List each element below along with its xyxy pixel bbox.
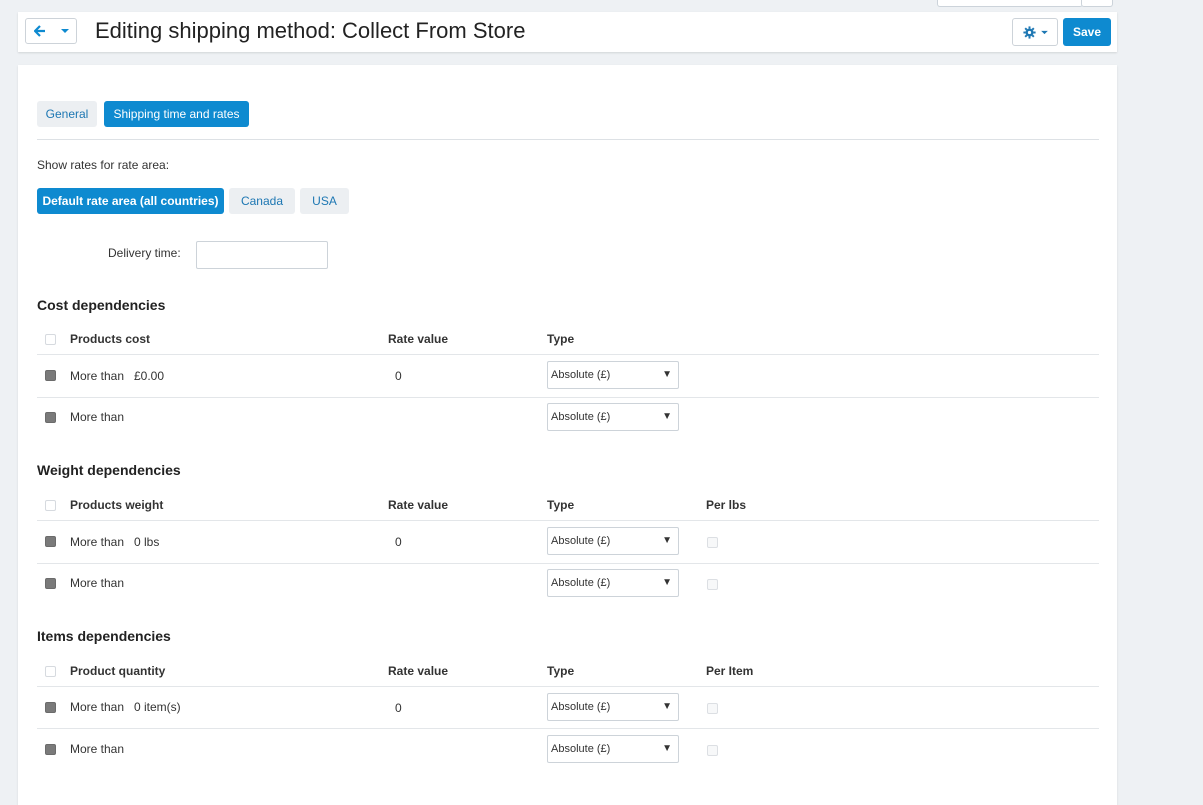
triangle-down-icon: ▼ <box>662 701 672 712</box>
tab-shipping-time-and-rates[interactable]: Shipping time and rates <box>104 101 249 127</box>
items-row-type-select[interactable]: Absolute (£) ▼ <box>547 693 679 721</box>
items-col-product-quantity: Product quantity <box>70 664 166 678</box>
cost-col-rate-value: Rate value <box>388 332 449 346</box>
tab-general[interactable]: General <box>37 101 97 127</box>
weight-row-checkbox[interactable] <box>45 536 56 547</box>
main-panel: General Shipping time and rates Show rat… <box>18 65 1117 805</box>
cost-row-label: More than <box>70 369 125 383</box>
caret-down-icon <box>60 29 69 33</box>
items-col-rate-value: Rate value <box>388 664 449 678</box>
cost-row-rate[interactable]: 0 <box>395 369 402 383</box>
weight-col-per-lbs: Per lbs <box>706 498 747 512</box>
triangle-down-icon: ▼ <box>662 411 672 422</box>
select-value: Absolute (£) <box>551 369 611 381</box>
cost-col-products-cost: Products cost <box>70 332 151 346</box>
items-row-amount[interactable]: 0 item(s) <box>134 700 181 714</box>
weight-col-rate-value: Rate value <box>388 498 449 512</box>
row-divider <box>37 520 1099 521</box>
items-per-item-checkbox[interactable] <box>707 745 718 756</box>
cost-select-all-checkbox[interactable] <box>45 334 56 345</box>
cost-col-type: Type <box>547 332 575 346</box>
weight-section-title: Weight dependencies <box>37 462 181 478</box>
items-row-checkbox[interactable] <box>45 702 56 713</box>
items-select-all-checkbox[interactable] <box>45 666 56 677</box>
weight-row-checkbox[interactable] <box>45 578 56 589</box>
weight-row-label: More than <box>70 535 125 549</box>
triangle-down-icon: ▼ <box>662 743 672 754</box>
select-value: Absolute (£) <box>551 535 611 547</box>
weight-row-amount[interactable]: 0 lbs <box>134 535 159 549</box>
top-toolbar-fragment <box>0 0 1203 7</box>
page-title: Editing shipping method: Collect From St… <box>95 18 526 43</box>
arrow-left-icon <box>33 25 45 37</box>
row-divider <box>37 686 1099 687</box>
cost-row-label: More than <box>70 410 125 424</box>
cost-row-amount[interactable]: £0.00 <box>134 369 164 383</box>
row-divider <box>37 397 1099 398</box>
weight-per-lbs-checkbox[interactable] <box>707 537 718 548</box>
cost-row-checkbox[interactable] <box>45 412 56 423</box>
tabs-divider <box>37 139 1099 140</box>
select-value: Absolute (£) <box>551 577 611 589</box>
delivery-time-input[interactable] <box>196 241 328 269</box>
weight-row-label: More than <box>70 576 125 590</box>
cost-row-checkbox[interactable] <box>45 370 56 381</box>
back-button[interactable] <box>25 18 54 44</box>
weight-row-rate[interactable]: 0 <box>395 535 402 549</box>
toolbar-button-fragment[interactable] <box>1081 0 1113 7</box>
cost-row-type-select[interactable]: Absolute (£) ▼ <box>547 403 679 431</box>
search-field-fragment[interactable] <box>937 0 1083 7</box>
rate-area-default[interactable]: Default rate area (all countries) <box>37 188 224 214</box>
items-col-per-item: Per Item <box>706 664 754 678</box>
caret-down-icon <box>1040 30 1048 34</box>
settings-menu-button[interactable] <box>1012 18 1058 46</box>
items-col-type: Type <box>547 664 575 678</box>
select-value: Absolute (£) <box>551 411 611 423</box>
weight-col-type: Type <box>547 498 575 512</box>
select-value: Absolute (£) <box>551 743 611 755</box>
page-header: Editing shipping method: Collect From St… <box>18 12 1117 52</box>
items-row-label: More than <box>70 742 125 756</box>
items-row-type-select[interactable]: Absolute (£) ▼ <box>547 735 679 763</box>
gear-icon <box>1022 25 1036 39</box>
items-section-title: Items dependencies <box>37 628 171 644</box>
cost-row-type-select[interactable]: Absolute (£) ▼ <box>547 361 679 389</box>
items-row-rate[interactable]: 0 <box>395 701 402 715</box>
delivery-time-label: Delivery time: <box>108 246 181 260</box>
weight-per-lbs-checkbox[interactable] <box>707 579 718 590</box>
cost-section-title: Cost dependencies <box>37 297 166 313</box>
items-row-label: More than <box>70 700 125 714</box>
rate-area-label: Show rates for rate area: <box>37 158 170 172</box>
items-row-checkbox[interactable] <box>45 744 56 755</box>
weight-select-all-checkbox[interactable] <box>45 500 56 511</box>
items-per-item-checkbox[interactable] <box>707 703 718 714</box>
history-menu-button[interactable] <box>53 18 77 44</box>
select-value: Absolute (£) <box>551 701 611 713</box>
save-button[interactable]: Save <box>1063 18 1111 46</box>
triangle-down-icon: ▼ <box>662 369 672 380</box>
weight-row-type-select[interactable]: Absolute (£) ▼ <box>547 527 679 555</box>
rate-area-canada[interactable]: Canada <box>229 188 295 214</box>
row-divider <box>37 354 1099 355</box>
triangle-down-icon: ▼ <box>662 577 672 588</box>
weight-row-type-select[interactable]: Absolute (£) ▼ <box>547 569 679 597</box>
row-divider <box>37 563 1099 564</box>
rate-area-usa[interactable]: USA <box>300 188 349 214</box>
weight-col-products-weight: Products weight <box>70 498 164 512</box>
row-divider <box>37 728 1099 729</box>
triangle-down-icon: ▼ <box>662 535 672 546</box>
